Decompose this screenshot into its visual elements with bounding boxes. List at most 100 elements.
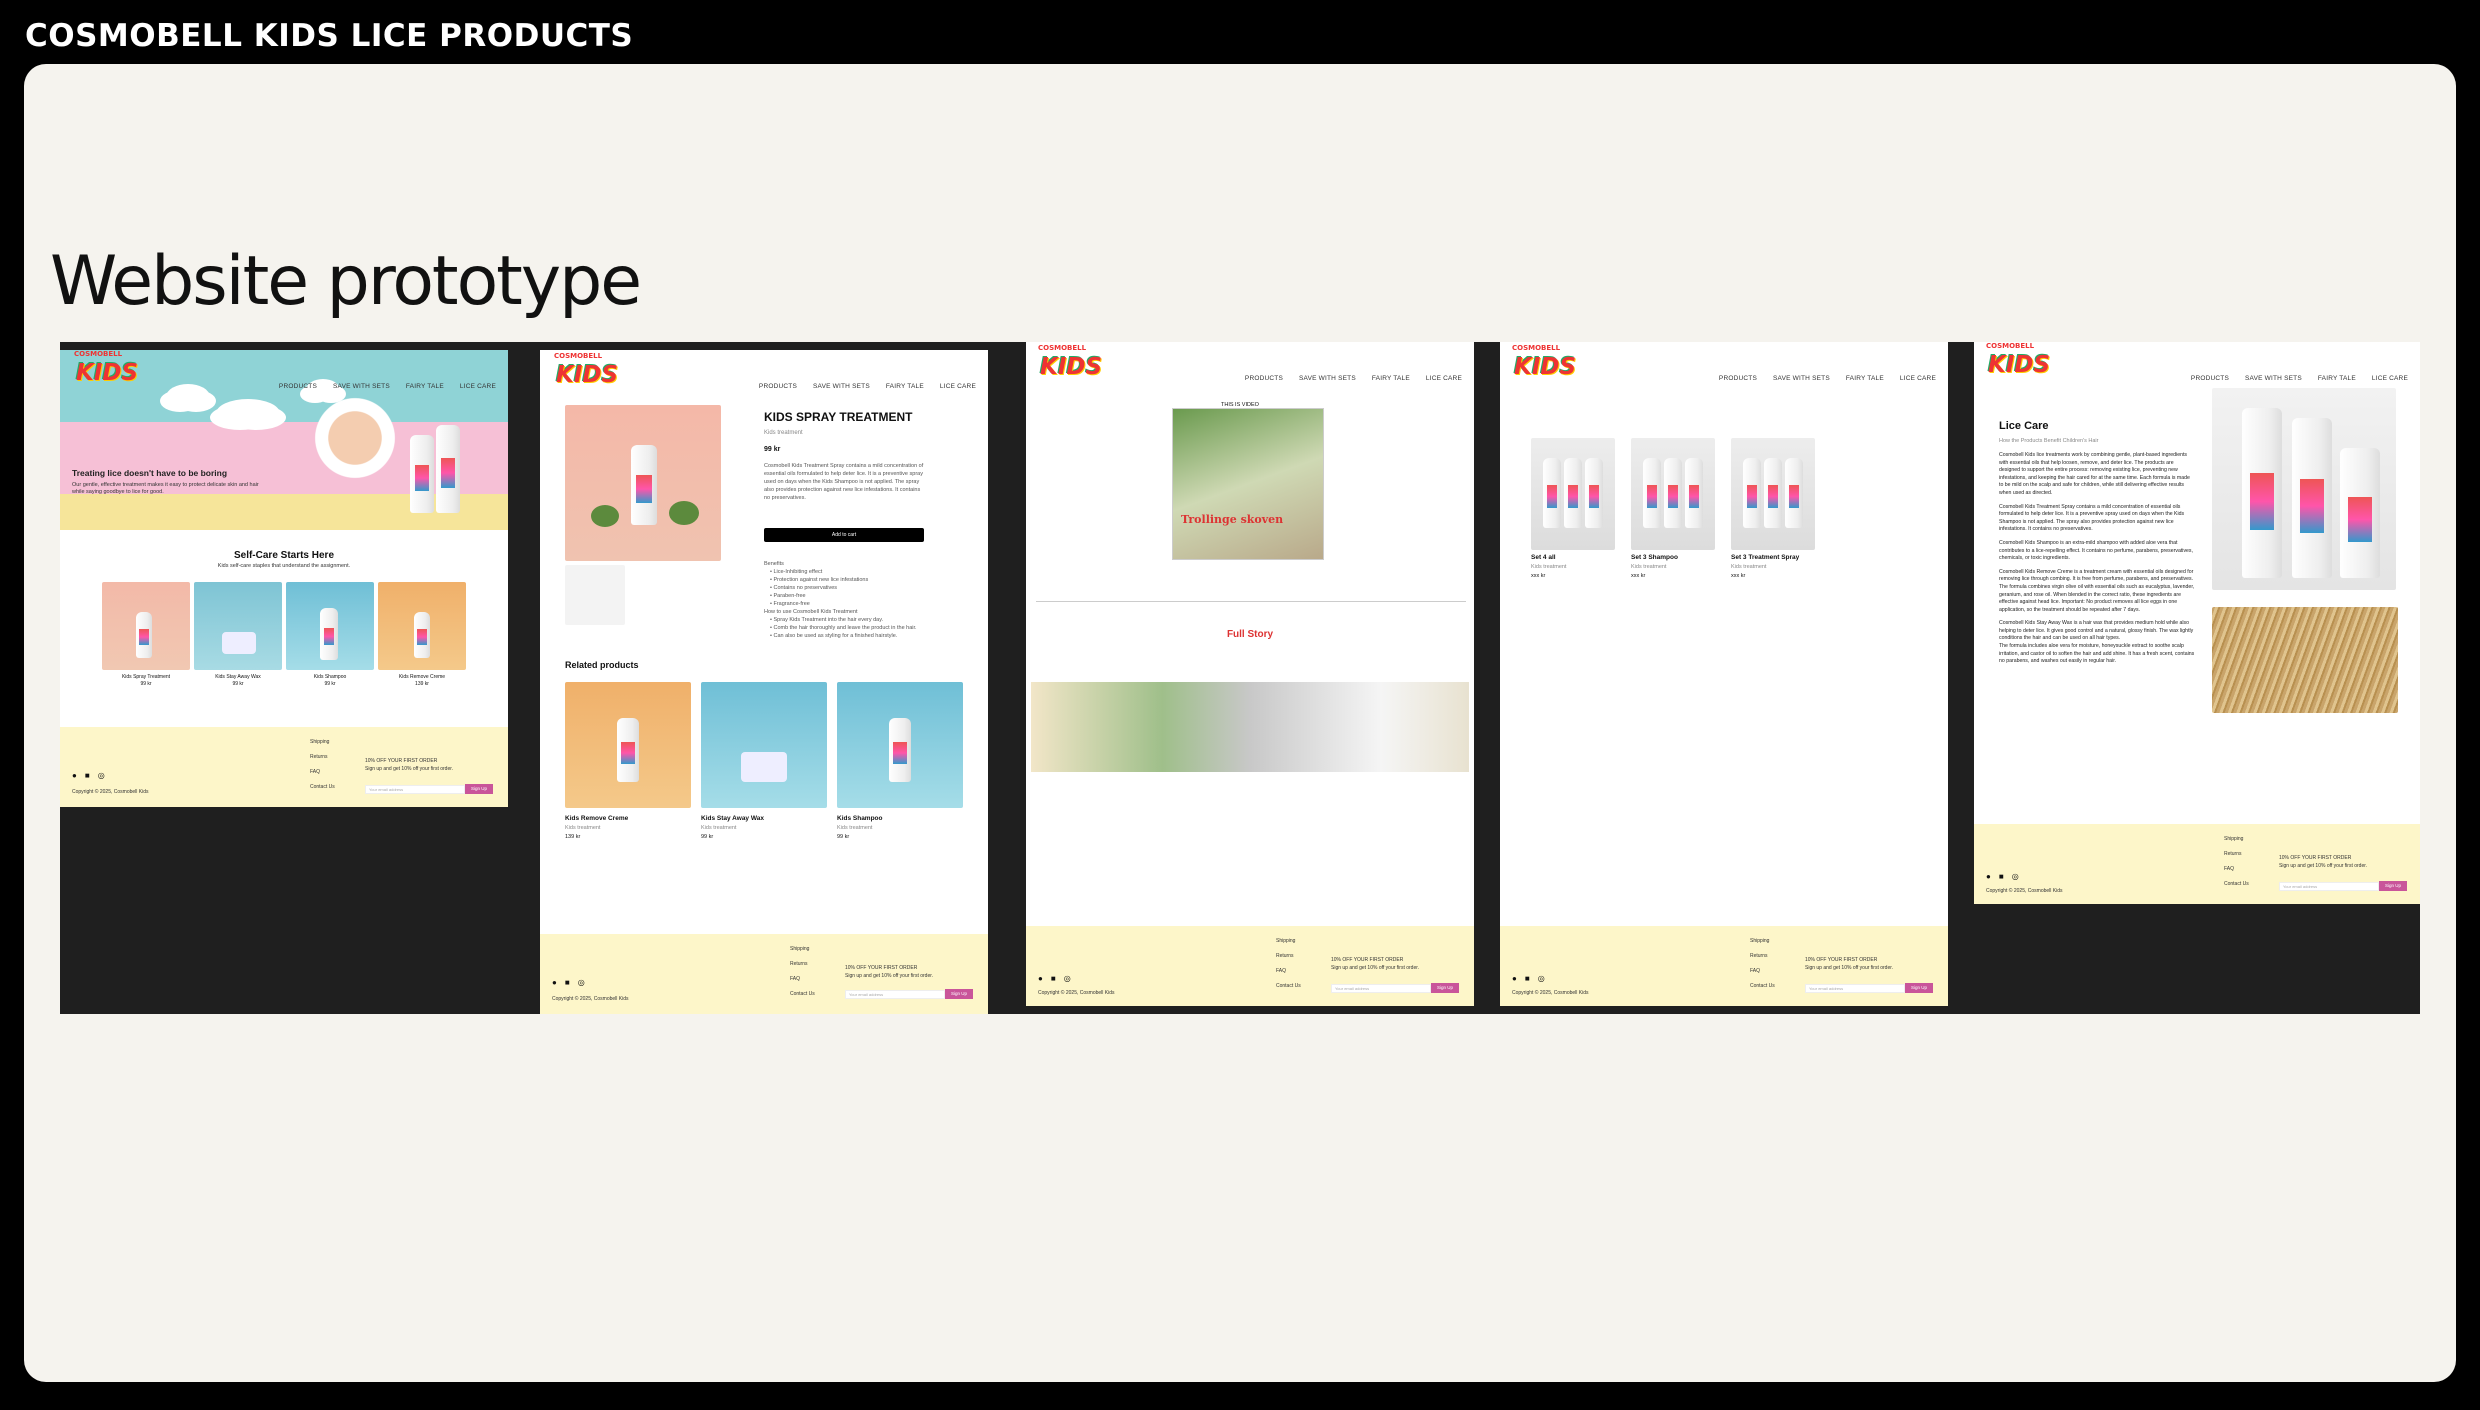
full-story-link[interactable]: Full Story	[1026, 629, 1474, 640]
nav-lice-care[interactable]: LICE CARE	[1426, 375, 1462, 382]
email-input[interactable]: Your email address	[365, 785, 465, 794]
site-logo[interactable]: COSMOBELL KIDS	[1038, 344, 1102, 380]
site-logo[interactable]: COSMOBELL KIDS	[1512, 344, 1576, 380]
product-card-shampoo[interactable]	[286, 582, 374, 670]
related-price: 99 kr	[701, 834, 714, 840]
product-main-image	[565, 405, 721, 561]
nav-lice-care[interactable]: LICE CARE	[1900, 375, 1936, 382]
linkedin-icon[interactable]: ■	[1525, 974, 1530, 983]
footer-link-returns[interactable]: Returns	[1276, 949, 1301, 964]
footer-link-faq[interactable]: FAQ	[1750, 964, 1775, 979]
footer-link-contact[interactable]: Contact Us	[310, 780, 335, 795]
signup-button[interactable]: Sign Up	[945, 989, 973, 999]
email-input[interactable]: Your email address	[2279, 882, 2379, 891]
facebook-icon[interactable]: ●	[72, 771, 77, 780]
footer-link-shipping[interactable]: Shipping	[1276, 934, 1301, 949]
signup-button[interactable]: Sign Up	[465, 784, 493, 794]
set-card-image[interactable]	[1531, 438, 1615, 550]
product-title: KIDS SPRAY TREATMENT	[764, 410, 913, 424]
lice-paragraph: Cosmobell Kids Stay Away Wax is a hair w…	[1999, 620, 2194, 642]
linkedin-icon[interactable]: ■	[85, 771, 90, 780]
related-sub: Kids treatment	[701, 825, 737, 831]
footer-link-contact[interactable]: Contact Us	[790, 987, 815, 1002]
email-input[interactable]: Your email address	[1805, 984, 1905, 993]
site-logo[interactable]: COSMOBELL KIDS	[1986, 342, 2050, 378]
linkedin-icon[interactable]: ■	[565, 978, 570, 987]
related-price: 139 kr	[565, 834, 581, 840]
product-price: 139 kr	[415, 681, 429, 687]
footer-link-contact[interactable]: Contact Us	[1750, 979, 1775, 994]
footer-link-shipping[interactable]: Shipping	[2224, 832, 2249, 847]
nav-fairy-tale[interactable]: FAIRY TALE	[1372, 375, 1410, 382]
linkedin-icon[interactable]: ■	[1999, 872, 2004, 881]
signup-button[interactable]: Sign Up	[1431, 983, 1459, 993]
footer-link-shipping[interactable]: Shipping	[1750, 934, 1775, 949]
footer-link-returns[interactable]: Returns	[1750, 949, 1775, 964]
nav-products[interactable]: PRODUCTS	[2191, 375, 2229, 382]
related-product-image[interactable]	[701, 682, 827, 808]
instagram-icon[interactable]: ◎	[578, 978, 585, 987]
signup-button[interactable]: Sign Up	[2379, 881, 2407, 891]
related-product-image[interactable]	[565, 682, 691, 808]
instagram-icon[interactable]: ◎	[98, 771, 105, 780]
footer-link-returns[interactable]: Returns	[310, 750, 335, 765]
set-card-image[interactable]	[1631, 438, 1715, 550]
nav-save-with-sets[interactable]: SAVE WITH SETS	[1773, 375, 1830, 382]
video-player[interactable]: Trollinge skoven	[1172, 408, 1324, 560]
footer-link-contact[interactable]: Contact Us	[2224, 877, 2249, 892]
facebook-icon[interactable]: ●	[1986, 872, 1991, 881]
benefit-item: • Lice-Inhibiting effect	[770, 569, 823, 575]
nav-lice-care[interactable]: LICE CARE	[460, 383, 496, 390]
footer-link-returns[interactable]: Returns	[790, 957, 815, 972]
related-product-image[interactable]	[837, 682, 963, 808]
set-card-image[interactable]	[1731, 438, 1815, 550]
footer-link-faq[interactable]: FAQ	[1276, 964, 1301, 979]
product-card-wax[interactable]	[194, 582, 282, 670]
howto-item: • Spray Kids Treatment into the hair eve…	[770, 617, 884, 623]
nav-products[interactable]: PRODUCTS	[1245, 375, 1283, 382]
page-header-title: COSMOBELL KIDS LICE PRODUCTS	[25, 18, 634, 54]
product-card-spray[interactable]	[102, 582, 190, 670]
linkedin-icon[interactable]: ■	[1051, 974, 1056, 983]
instagram-icon[interactable]: ◎	[2012, 872, 2019, 881]
site-logo[interactable]: COSMOBELL KIDS	[74, 350, 138, 386]
set-sub: Kids treatment	[1731, 564, 1767, 570]
site-footer: ● ■ ◎ Copyright © 2025, Cosmobell Kids Shi…	[540, 934, 988, 1014]
nav-lice-care[interactable]: LICE CARE	[2372, 375, 2408, 382]
product-thumb-image[interactable]	[565, 565, 625, 625]
footer-link-faq[interactable]: FAQ	[790, 972, 815, 987]
nav-fairy-tale[interactable]: FAIRY TALE	[2318, 375, 2356, 382]
nav-fairy-tale[interactable]: FAIRY TALE	[1846, 375, 1884, 382]
site-logo[interactable]: COSMOBELL KIDS	[554, 352, 618, 388]
footer-link-contact[interactable]: Contact Us	[1276, 979, 1301, 994]
product-card-creme[interactable]	[378, 582, 466, 670]
nav-save-with-sets[interactable]: SAVE WITH SETS	[333, 383, 390, 390]
instagram-icon[interactable]: ◎	[1064, 974, 1071, 983]
footer-link-faq[interactable]: FAQ	[2224, 862, 2249, 877]
nav-products[interactable]: PRODUCTS	[759, 383, 797, 390]
instagram-icon[interactable]: ◎	[1538, 974, 1545, 983]
nav-fairy-tale[interactable]: FAIRY TALE	[406, 383, 444, 390]
nav-products[interactable]: PRODUCTS	[279, 383, 317, 390]
howto-item: • Comb the hair thoroughly and leave the…	[770, 625, 917, 631]
nav-save-with-sets[interactable]: SAVE WITH SETS	[813, 383, 870, 390]
facebook-icon[interactable]: ●	[552, 978, 557, 987]
footer-link-returns[interactable]: Returns	[2224, 847, 2249, 862]
offer-text: Sign up and get 10% off your first order…	[2279, 863, 2368, 869]
footer-link-faq[interactable]: FAQ	[310, 765, 335, 780]
nav-lice-care[interactable]: LICE CARE	[940, 383, 976, 390]
benefit-item: • Contains no preservatives	[770, 585, 838, 591]
facebook-icon[interactable]: ●	[1512, 974, 1517, 983]
email-input[interactable]: Your email address	[845, 990, 945, 999]
nav-products[interactable]: PRODUCTS	[1719, 375, 1757, 382]
nav-save-with-sets[interactable]: SAVE WITH SETS	[2245, 375, 2302, 382]
nav-fairy-tale[interactable]: FAIRY TALE	[886, 383, 924, 390]
email-input[interactable]: Your email address	[1331, 984, 1431, 993]
footer-link-shipping[interactable]: Shipping	[790, 942, 815, 957]
signup-button[interactable]: Sign Up	[1905, 983, 1933, 993]
add-to-cart-button[interactable]: Add to cart	[764, 528, 924, 542]
facebook-icon[interactable]: ●	[1038, 974, 1043, 983]
nav-save-with-sets[interactable]: SAVE WITH SETS	[1299, 375, 1356, 382]
footer-link-shipping[interactable]: Shipping	[310, 735, 335, 750]
prototype-fairy-tale-page: COSMOBELL KIDS PRODUCTS SAVE WITH SETS FA…	[1026, 342, 1474, 1006]
